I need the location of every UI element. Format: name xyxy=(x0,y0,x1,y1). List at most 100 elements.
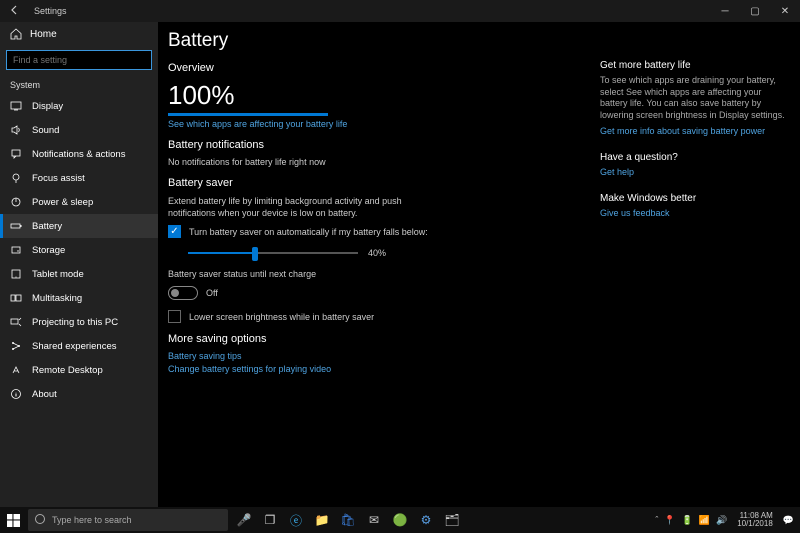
notifications-text: No notifications for battery life right … xyxy=(168,157,590,167)
sidebar-item-label: Storage xyxy=(32,245,65,256)
sidebar-item-label: Shared experiences xyxy=(32,341,117,352)
multitasking-icon xyxy=(10,292,22,304)
app-icon[interactable]: 🟢 xyxy=(388,508,412,532)
sidebar-more-header: Get more battery life xyxy=(600,60,786,71)
sidebar-item-label: Power & sleep xyxy=(32,197,93,208)
threshold-slider[interactable] xyxy=(188,244,358,262)
sidebar-item-display[interactable]: Display xyxy=(0,94,158,118)
sidebar-item-label: Tablet mode xyxy=(32,269,84,280)
notifications-icon xyxy=(10,148,22,160)
battery-saver-desc: Extend battery life by limiting backgrou… xyxy=(168,195,428,219)
sidebar-item-label: Projecting to this PC xyxy=(32,317,118,328)
taskbar-search[interactable]: Type here to search xyxy=(28,509,228,531)
lower-brightness-label: Lower screen brightness while in battery… xyxy=(189,311,374,323)
main-panel: Battery Overview 100% See which apps are… xyxy=(158,22,800,507)
home-icon xyxy=(10,28,22,40)
store-icon[interactable]: 🛍 xyxy=(336,508,360,532)
maximize-button[interactable]: ▢ xyxy=(740,6,770,17)
sidebar-item-label: About xyxy=(32,389,57,400)
sidebar-more-link[interactable]: Get more info about saving battery power xyxy=(600,126,786,136)
sidebar-item-label: Multitasking xyxy=(32,293,82,304)
battery-saver-header: Battery saver xyxy=(168,177,590,189)
taskbar-date: 10/1/2018 xyxy=(737,520,773,528)
battery-tips-link[interactable]: Battery saving tips xyxy=(168,351,590,361)
power-icon xyxy=(10,196,22,208)
apps-affecting-link[interactable]: See which apps are affecting your batter… xyxy=(168,119,590,129)
close-button[interactable]: ✕ xyxy=(770,6,800,17)
mic-icon[interactable]: 🎤 xyxy=(232,508,256,532)
settings-icon[interactable]: ⚙ xyxy=(414,508,438,532)
start-button[interactable] xyxy=(0,507,26,533)
tablet-icon xyxy=(10,268,22,280)
threshold-value: 40% xyxy=(368,247,386,259)
auto-saver-label: Turn battery saver on automatically if m… xyxy=(189,226,428,238)
titlebar: Settings ─ ▢ ✕ xyxy=(0,0,800,22)
sidebar-more-text: To see which apps are draining your batt… xyxy=(600,75,786,122)
sidebar-item-shared-experiences[interactable]: Shared experiences xyxy=(0,334,158,358)
mail-icon[interactable]: ✉ xyxy=(362,508,386,532)
feedback-link[interactable]: Give us feedback xyxy=(600,208,786,218)
saver-status-label: Battery saver status until next charge xyxy=(168,268,590,280)
sidebar-item-focus-assist[interactable]: Focus assist xyxy=(0,166,158,190)
sidebar-item-sound[interactable]: Sound xyxy=(0,118,158,142)
tray-battery-icon[interactable]: 🔋 xyxy=(682,515,693,526)
sidebar-item-multitasking[interactable]: Multitasking xyxy=(0,286,158,310)
sidebar-item-storage[interactable]: Storage xyxy=(0,238,158,262)
sidebar-item-about[interactable]: About xyxy=(0,382,158,406)
battery-percent: 100% xyxy=(168,80,590,111)
sidebar-item-label: Focus assist xyxy=(32,173,85,184)
saver-status-toggle[interactable] xyxy=(168,286,198,300)
more-options-header: More saving options xyxy=(168,333,590,345)
sidebar-item-battery[interactable]: Battery xyxy=(0,214,158,238)
sidebar-home-label: Home xyxy=(30,29,57,40)
notifications-header: Battery notifications xyxy=(168,139,590,151)
sidebar-item-label: Battery xyxy=(32,221,62,232)
sidebar-item-notifications[interactable]: Notifications & actions xyxy=(0,142,158,166)
sidebar-item-label: Remote Desktop xyxy=(32,365,103,376)
saver-status-value: Off xyxy=(206,287,218,299)
cortana-icon xyxy=(34,513,46,527)
sound-icon xyxy=(10,124,22,136)
battery-bar xyxy=(168,113,328,116)
back-button[interactable] xyxy=(0,5,30,17)
tray-location-icon[interactable]: 📍 xyxy=(664,515,675,526)
lower-brightness-checkbox[interactable] xyxy=(168,310,181,323)
task-view-icon[interactable]: ❐ xyxy=(258,508,282,532)
remote-desktop-icon xyxy=(10,364,22,376)
overview-header: Overview xyxy=(168,62,590,74)
action-center-icon[interactable]: 💬 xyxy=(783,515,794,526)
taskbar-clock[interactable]: 11:08 AM 10/1/2018 xyxy=(733,512,777,528)
storage-icon xyxy=(10,244,22,256)
sidebar: Home System Display Sound Notifications … xyxy=(0,22,158,507)
minimize-button[interactable]: ─ xyxy=(710,6,740,17)
sidebar-better-header: Make Windows better xyxy=(600,193,786,204)
sidebar-item-remote-desktop[interactable]: Remote Desktop xyxy=(0,358,158,382)
auto-saver-checkbox[interactable]: ✓ xyxy=(168,225,181,238)
sidebar-item-label: Sound xyxy=(32,125,59,136)
sidebar-item-projecting[interactable]: Projecting to this PC xyxy=(0,310,158,334)
app2-icon[interactable]: 🗂 xyxy=(440,508,464,532)
search-input[interactable] xyxy=(6,50,152,70)
sidebar-group-header: System xyxy=(0,74,158,94)
shared-icon xyxy=(10,340,22,352)
page-title: Battery xyxy=(168,30,590,52)
edge-icon[interactable]: ⓔ xyxy=(284,508,308,532)
sidebar-item-label: Notifications & actions xyxy=(32,149,125,160)
tray-up-icon[interactable]: ˆ xyxy=(655,515,658,525)
video-settings-link[interactable]: Change battery settings for playing vide… xyxy=(168,364,590,374)
tray-wifi-icon[interactable]: 📶 xyxy=(699,515,710,526)
taskbar-search-placeholder: Type here to search xyxy=(52,515,132,525)
sidebar-home[interactable]: Home xyxy=(0,22,158,46)
battery-icon xyxy=(10,220,22,232)
sidebar-item-power-sleep[interactable]: Power & sleep xyxy=(0,190,158,214)
taskbar: Type here to search 🎤 ❐ ⓔ 📁 🛍 ✉ 🟢 ⚙ 🗂 ˆ … xyxy=(0,507,800,533)
display-icon xyxy=(10,100,22,112)
sidebar-item-tablet-mode[interactable]: Tablet mode xyxy=(0,262,158,286)
focus-assist-icon xyxy=(10,172,22,184)
projecting-icon xyxy=(10,316,22,328)
file-explorer-icon[interactable]: 📁 xyxy=(310,508,334,532)
sidebar-item-label: Display xyxy=(32,101,63,112)
tray-volume-icon[interactable]: 🔊 xyxy=(716,515,727,526)
window-title: Settings xyxy=(30,6,710,16)
get-help-link[interactable]: Get help xyxy=(600,167,786,177)
